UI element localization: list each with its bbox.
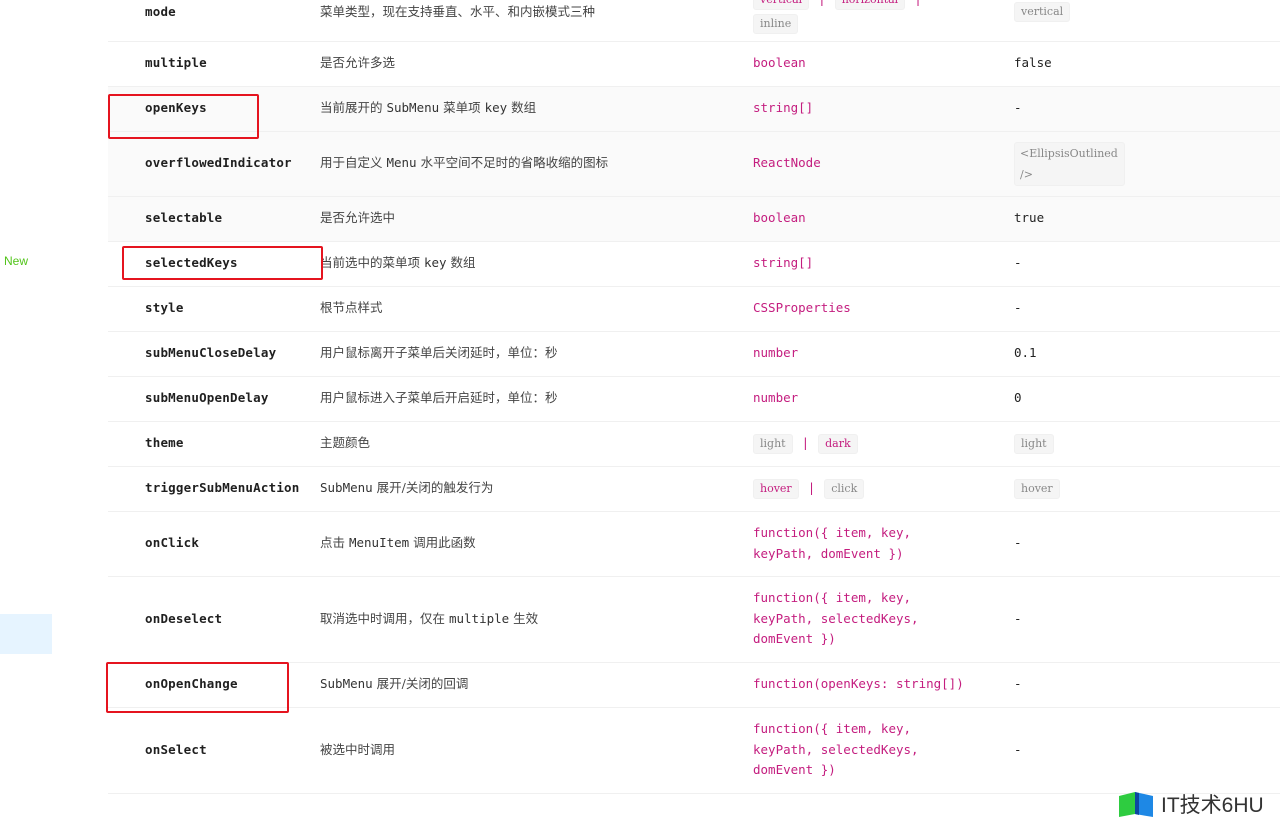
prop-type: function({ item, key, keyPath, domEvent }… [753, 511, 1011, 577]
prop-default: - [1011, 286, 1280, 332]
prop-type: function({ item, key, keyPath, selectedKe… [753, 576, 1011, 663]
prop-name: onSelect [108, 707, 319, 794]
prop-type: string[] [753, 241, 1011, 287]
prop-default: hover [1011, 466, 1280, 512]
watermark-logo: IT技术6HU [1117, 788, 1277, 820]
table-row: onDeselect 取消选中时调用，仅在 multiple 生效 functi… [108, 576, 1280, 663]
prop-type: boolean [753, 41, 1011, 87]
watermark-text: IT技术6HU [1161, 794, 1264, 817]
prop-name: multiple [108, 41, 319, 87]
prop-type: number [753, 376, 1011, 422]
book-icon [1119, 792, 1153, 817]
prop-default: - [1011, 662, 1280, 708]
table-row: selectable 是否允许选中 boolean true [108, 196, 1280, 242]
prop-description: 当前选中的菜单项 key 数组 [319, 241, 753, 287]
type-tag: horizontal [834, 0, 906, 10]
prop-description: 用户鼠标离开子菜单后关闭延时，单位：秒 [319, 331, 753, 377]
prop-name: triggerSubMenuAction [108, 466, 319, 512]
default-tag: vertical [1014, 1, 1071, 22]
prop-name: mode [108, 0, 319, 42]
table-row: multiple 是否允许多选 boolean false [108, 41, 1280, 87]
prop-name: onClick [108, 511, 319, 577]
highlight-box-openkeys [108, 94, 259, 139]
table-row: overflowedIndicator 用于自定义 Menu 水平空间不足时的省… [108, 131, 1280, 197]
table-row: subMenuCloseDelay 用户鼠标离开子菜单后关闭延时，单位：秒 nu… [108, 331, 1280, 377]
prop-description: 被选中时调用 [319, 707, 753, 794]
prop-type: function(openKeys: string[]) [753, 662, 1011, 708]
type-tag: dark [818, 433, 858, 454]
prop-name: theme [108, 421, 319, 467]
prop-default: - [1011, 511, 1280, 577]
type-tag: vertical [753, 0, 810, 10]
prop-default: - [1011, 86, 1280, 132]
highlight-box-selectedkeys [122, 246, 323, 280]
prop-default: - [1011, 707, 1280, 794]
table-row: style 根节点样式 CSSProperties - [108, 286, 1280, 332]
prop-default: vertical [1011, 0, 1280, 42]
prop-name: subMenuOpenDelay [108, 376, 319, 422]
table-row: theme 主题颜色 light | dark light [108, 421, 1280, 467]
prop-description: SubMenu 展开/关闭的触发行为 [319, 466, 753, 512]
type-tag: hover [753, 478, 799, 499]
highlight-box-onopenchange [106, 662, 289, 713]
prop-default: <EllipsisOutlined/> [1011, 131, 1280, 197]
prop-default: false [1011, 41, 1280, 87]
prop-description: 用于自定义 Menu 水平空间不足时的省略收缩的图标 [319, 131, 753, 197]
type-tag: click [824, 478, 865, 499]
default-tag: light [1014, 433, 1054, 454]
prop-description: 菜单类型，现在支持垂直、水平、和内嵌模式三种 [319, 0, 753, 42]
sidebar-active-item[interactable] [0, 614, 52, 654]
prop-type: light | dark [753, 421, 1011, 467]
prop-description: 是否允许多选 [319, 41, 753, 87]
table-row: triggerSubMenuAction SubMenu 展开/关闭的触发行为 … [108, 466, 1280, 512]
prop-type: string[] [753, 86, 1011, 132]
table-row: onClick 点击 MenuItem 调用此函数 function({ ite… [108, 511, 1280, 577]
table-row: onSelect 被选中时调用 function({ item, key, key… [108, 707, 1280, 794]
prop-description: SubMenu 展开/关闭的回调 [319, 662, 753, 708]
prop-name: style [108, 286, 319, 332]
prop-type: vertical|horizontal| inline [753, 0, 1011, 42]
new-badge: New [4, 254, 29, 268]
prop-description: 主题颜色 [319, 421, 753, 467]
prop-type: boolean [753, 196, 1011, 242]
prop-name: overflowedIndicator [108, 131, 319, 197]
prop-default: light [1011, 421, 1280, 467]
prop-name: onDeselect [108, 576, 319, 663]
prop-type: CSSProperties [753, 286, 1011, 332]
table-row: mode 菜单类型，现在支持垂直、水平、和内嵌模式三种 vertical|hor… [108, 0, 1280, 42]
prop-description: 用户鼠标进入子菜单后开启延时，单位：秒 [319, 376, 753, 422]
type-tag: light [753, 433, 793, 454]
prop-description: 当前展开的 SubMenu 菜单项 key 数组 [319, 86, 753, 132]
type-tag: inline [753, 13, 799, 34]
default-tag: hover [1014, 478, 1060, 499]
prop-type: number [753, 331, 1011, 377]
prop-description: 是否允许选中 [319, 196, 753, 242]
prop-type: ReactNode [753, 131, 1011, 197]
prop-name: selectable [108, 196, 319, 242]
default-tag: <EllipsisOutlined/> [1014, 141, 1125, 186]
prop-type: hover | click [753, 466, 1011, 512]
prop-name: subMenuCloseDelay [108, 331, 319, 377]
prop-default: - [1011, 576, 1280, 663]
prop-description: 根节点样式 [319, 286, 753, 332]
prop-default: - [1011, 241, 1280, 287]
prop-type: function({ item, key, keyPath, selectedKe… [753, 707, 1011, 794]
prop-default: 0 [1011, 376, 1280, 422]
table-row: subMenuOpenDelay 用户鼠标进入子菜单后开启延时，单位：秒 num… [108, 376, 1280, 422]
prop-default: 0.1 [1011, 331, 1280, 377]
prop-description: 点击 MenuItem 调用此函数 [319, 511, 753, 577]
prop-description: 取消选中时调用，仅在 multiple 生效 [319, 576, 753, 663]
table-row: openKeys 当前展开的 SubMenu 菜单项 key 数组 string… [108, 86, 1280, 132]
prop-default: true [1011, 196, 1280, 242]
